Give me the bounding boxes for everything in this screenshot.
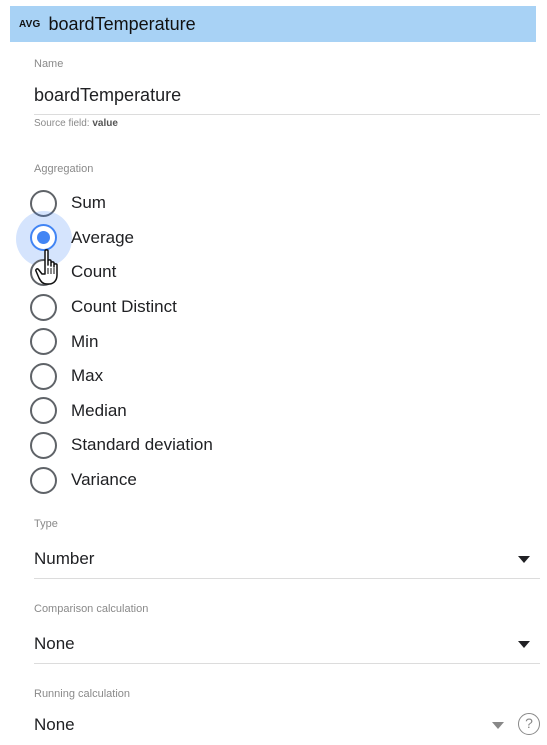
header-title: boardTemperature [48, 13, 196, 34]
help-icon[interactable]: ? [518, 713, 540, 735]
radio-label: Count [71, 262, 117, 282]
running-dropdown[interactable]: None ? [34, 706, 540, 744]
radio-button[interactable] [30, 431, 57, 459]
hand-cursor-icon [35, 249, 58, 285]
radio-label: Standard deviation [71, 435, 213, 455]
source-field-value: value [92, 118, 118, 129]
radio-label: Sum [71, 193, 106, 213]
radio-button[interactable] [30, 362, 57, 390]
radio-label: Min [71, 331, 99, 351]
running-label: Running calculation [34, 688, 131, 700]
comparison-dropdown[interactable]: None [34, 625, 540, 663]
radio-option-max[interactable]: Max [30, 359, 213, 394]
radio-label: Max [71, 366, 104, 386]
radio-label: Count Distinct [71, 297, 177, 317]
radio-option-variance[interactable]: Variance [30, 463, 213, 498]
comparison-value: None [34, 634, 75, 653]
type-label: Type [34, 518, 58, 530]
source-field-text: Source field: value [34, 118, 118, 129]
type-value: Number [34, 549, 95, 568]
radio-option-standard-deviation[interactable]: Standard deviation [30, 428, 213, 463]
aggregation-radio-group: Sum Average Count Count Distinct Min Max… [16, 186, 213, 498]
radio-button[interactable] [30, 466, 57, 494]
running-value: None [34, 715, 75, 734]
radio-button[interactable] [30, 293, 57, 321]
radio-button[interactable] [30, 397, 57, 425]
comparison-underline [34, 663, 540, 664]
radio-option-median[interactable]: Median [30, 394, 213, 429]
radio-label: Average [71, 227, 135, 247]
radio-label: Variance [71, 470, 137, 490]
caret-down-icon [518, 555, 530, 563]
name-label: Name [34, 58, 64, 70]
caret-down-icon [518, 640, 530, 648]
radio-option-min[interactable]: Min [30, 324, 213, 359]
comparison-label: Comparison calculation [34, 603, 149, 615]
name-input[interactable]: boardTemperature [34, 85, 181, 106]
caret-down-icon [492, 721, 504, 729]
aggregation-label: Aggregation [34, 163, 94, 175]
aggregation-badge: AVG [19, 18, 41, 30]
type-dropdown[interactable]: Number [34, 540, 540, 578]
radio-button[interactable] [30, 328, 57, 356]
radio-option-count-distinct[interactable]: Count Distinct [30, 290, 213, 325]
type-underline [34, 578, 540, 579]
radio-label: Median [71, 400, 127, 420]
field-header: AVG boardTemperature [10, 6, 536, 42]
source-field-prefix: Source field: [34, 118, 93, 129]
name-underline [34, 114, 540, 115]
